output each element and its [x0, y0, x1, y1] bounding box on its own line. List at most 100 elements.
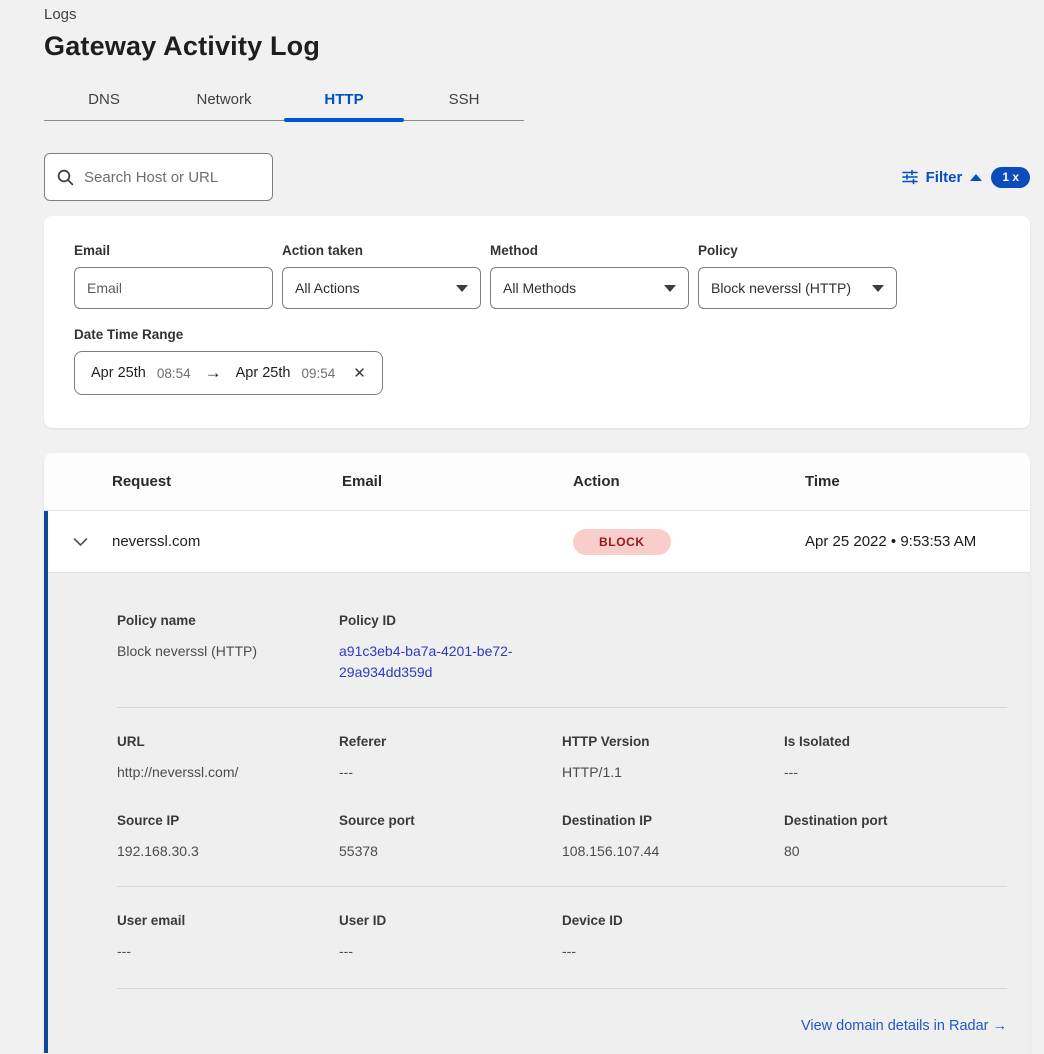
tab-ssh[interactable]: SSH [404, 79, 524, 120]
table-row[interactable]: neverssl.com BLOCK Apr 25 2022 • 9:53:53… [48, 511, 1030, 573]
toolbar: Filter 1 x [44, 153, 1030, 201]
is-isolated-value: --- [784, 762, 1007, 783]
source-ip-value: 192.168.30.3 [117, 841, 339, 862]
divider [117, 988, 1007, 989]
method-label: Method [490, 243, 689, 258]
network-detail-row: Source IP 192.168.30.3 Source port 55378… [117, 813, 1007, 862]
user-detail-row: User email --- User ID --- Device ID --- [117, 913, 1007, 962]
divider [117, 707, 1007, 708]
radar-link-label: View domain details in Radar [801, 1018, 989, 1034]
search-box[interactable] [44, 153, 273, 201]
detail-cell: User email --- [117, 913, 339, 962]
detail-cell: Is Isolated --- [784, 734, 1007, 783]
start-date: Apr 25th [91, 365, 146, 381]
search-input[interactable] [84, 169, 260, 186]
filter-fields-row: Email Action taken All Actions Method Al… [74, 243, 1000, 309]
detail-cell: HTTP Version HTTP/1.1 [562, 734, 784, 783]
policy-id-link[interactable]: a91c3eb4-ba7a-4201-be72-29a934dd359d [339, 641, 539, 683]
user-id-label: User ID [339, 913, 562, 928]
email-field-wrap [74, 267, 273, 309]
table-header-row: Request Email Action Time [44, 453, 1030, 511]
filter-sliders-icon [902, 169, 918, 185]
detail-cell: User ID --- [339, 913, 562, 962]
detail-cell: URL http://neverssl.com/ [117, 734, 339, 783]
arrow-right-icon: → [202, 363, 225, 383]
email-filter: Email [74, 243, 273, 309]
tab-http[interactable]: HTTP [284, 79, 404, 120]
email-label: Email [74, 243, 273, 258]
filter-panel: Email Action taken All Actions Method Al… [44, 216, 1030, 428]
destination-ip-label: Destination IP [562, 813, 784, 828]
chevron-down-icon [73, 537, 88, 547]
filter-button[interactable]: Filter [902, 169, 983, 186]
action-filter: Action taken All Actions [282, 243, 481, 309]
source-ip-label: Source IP [117, 813, 339, 828]
chevron-down-icon [664, 285, 676, 292]
detail-cell: Destination IP 108.156.107.44 [562, 813, 784, 862]
user-email-value: --- [117, 941, 339, 962]
email-field[interactable] [87, 280, 260, 296]
policy-name-value: Block neverssl (HTTP) [117, 641, 339, 662]
user-id-value: --- [339, 941, 562, 962]
column-header-action: Action [573, 473, 805, 490]
column-header-email: Email [342, 473, 573, 490]
http-version-value: HTTP/1.1 [562, 762, 784, 783]
source-port-label: Source port [339, 813, 562, 828]
date-range-label: Date Time Range [74, 327, 1000, 342]
device-id-value: --- [562, 941, 784, 962]
policy-select[interactable]: Block neverssl (HTTP) [698, 267, 897, 309]
detail-cell: Source IP 192.168.30.3 [117, 813, 339, 862]
tab-network[interactable]: Network [164, 79, 284, 120]
referer-value: --- [339, 762, 562, 783]
source-port-value: 55378 [339, 841, 562, 862]
log-table: Request Email Action Time neverssl.com B… [44, 453, 1030, 1054]
user-email-label: User email [117, 913, 339, 928]
radar-link-row: View domain details in Radar → [117, 1018, 1007, 1034]
caret-up-icon [970, 174, 982, 181]
policy-label: Policy [698, 243, 897, 258]
url-detail-row: URL http://neverssl.com/ Referer --- HTT… [117, 734, 1007, 783]
policy-filter: Policy Block neverssl (HTTP) [698, 243, 897, 309]
policy-name-label: Policy name [117, 613, 339, 628]
end-time: 09:54 [301, 366, 335, 381]
http-version-label: HTTP Version [562, 734, 784, 749]
referer-label: Referer [339, 734, 562, 749]
policy-value: Block neverssl (HTTP) [711, 280, 851, 296]
date-range-picker[interactable]: Apr 25th 08:54 → Apr 25th 09:54 ✕ [74, 351, 383, 395]
row-details-panel: Policy name Block neverssl (HTTP) Policy… [48, 573, 1030, 1053]
detail-cell: Destination port 80 [784, 813, 1007, 862]
device-id-label: Device ID [562, 913, 784, 928]
date-range-section: Date Time Range Apr 25th 08:54 → Apr 25t… [74, 327, 1000, 395]
destination-ip-value: 108.156.107.44 [562, 841, 784, 862]
method-value: All Methods [503, 280, 576, 296]
is-isolated-label: Is Isolated [784, 734, 1007, 749]
breadcrumb: Logs [44, 4, 1030, 23]
method-filter: Method All Methods [490, 243, 689, 309]
collapse-row-button[interactable] [48, 537, 112, 547]
action-taken-value: All Actions [295, 280, 360, 296]
request-cell: neverssl.com [112, 533, 342, 550]
time-cell: Apr 25 2022 • 9:53:53 AM [805, 533, 1030, 550]
filter-label: Filter [926, 169, 963, 186]
detail-cell: Device ID --- [562, 913, 784, 962]
chevron-down-icon [456, 285, 468, 292]
column-header-request: Request [112, 473, 342, 490]
divider [117, 886, 1007, 887]
log-type-tabs: DNS Network HTTP SSH [44, 79, 524, 121]
url-label: URL [117, 734, 339, 749]
clear-date-range-button[interactable]: ✕ [353, 364, 366, 382]
chevron-down-icon [872, 285, 884, 292]
start-time: 08:54 [157, 366, 191, 381]
end-date: Apr 25th [236, 365, 291, 381]
detail-cell: Referer --- [339, 734, 562, 783]
radar-link[interactable]: View domain details in Radar → [801, 1018, 1007, 1034]
block-status-badge: BLOCK [573, 529, 671, 555]
detail-cell: Source port 55378 [339, 813, 562, 862]
policy-id-label: Policy ID [339, 613, 562, 628]
url-value: http://neverssl.com/ [117, 762, 339, 783]
method-select[interactable]: All Methods [490, 267, 689, 309]
filter-count-badge[interactable]: 1 x [991, 167, 1030, 188]
detail-cell: Policy name Block neverssl (HTTP) [117, 613, 339, 683]
action-taken-select[interactable]: All Actions [282, 267, 481, 309]
tab-dns[interactable]: DNS [44, 79, 164, 120]
